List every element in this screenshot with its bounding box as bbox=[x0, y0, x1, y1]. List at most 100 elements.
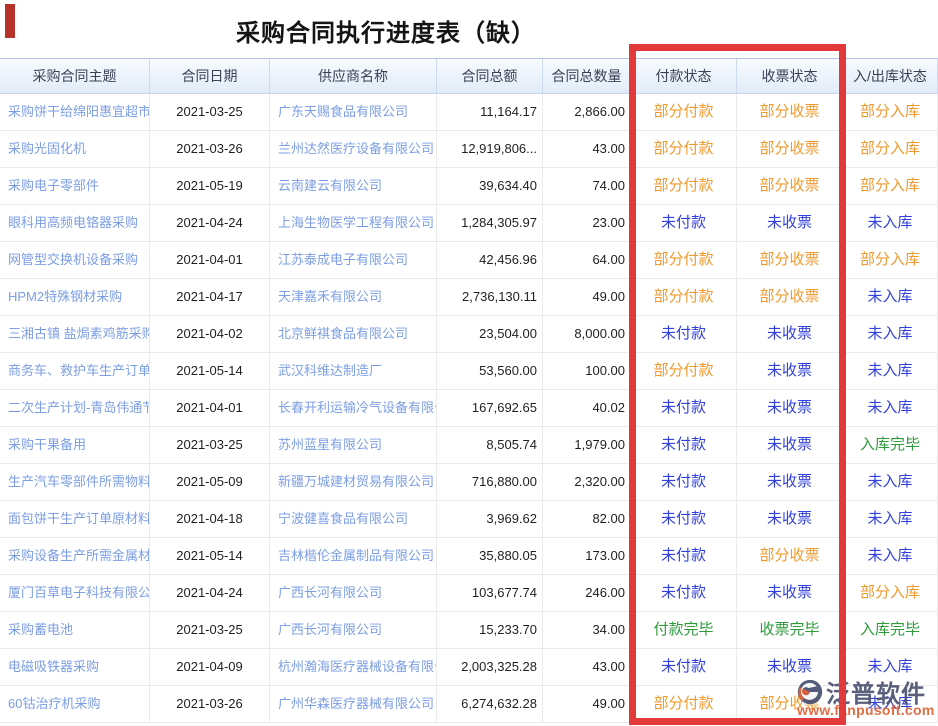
cell-supplier-link[interactable]: 长春开利运输冷气设备有限公司 bbox=[270, 390, 437, 427]
cell-supplier-link[interactable]: 北京鲜祺食品有限公司 bbox=[270, 316, 437, 353]
cell-invoice-status: 未收票 bbox=[737, 353, 843, 390]
cell-total-qty: 173.00 bbox=[543, 538, 631, 575]
cell-subject[interactable]: HPM2特殊钢材采购 bbox=[0, 279, 150, 316]
cell-total-amount: 53,560.00 bbox=[437, 353, 543, 390]
cell-payment-status: 未付款 bbox=[631, 649, 737, 686]
cell-supplier-link[interactable]: 广西长河有限公司 bbox=[270, 575, 437, 612]
cell-supplier-link[interactable]: 广州华森医疗器械有限公司 bbox=[270, 686, 437, 723]
cell-supplier-link[interactable]: 江苏泰成电子有限公司 bbox=[270, 242, 437, 279]
cell-supplier-link[interactable]: 广东天赐食品有限公司 bbox=[270, 94, 437, 131]
cell-supplier-link[interactable]: 兰州达然医疗设备有限公司 bbox=[270, 131, 437, 168]
cell-stock-status: 未入库 bbox=[843, 353, 938, 390]
cell-contract-date: 2021-03-26 bbox=[150, 686, 270, 723]
cell-invoice-status: 未收票 bbox=[737, 427, 843, 464]
cell-total-amount: 167,692.65 bbox=[437, 390, 543, 427]
cell-total-amount: 39,634.40 bbox=[437, 168, 543, 205]
cell-total-amount: 8,505.74 bbox=[437, 427, 543, 464]
cell-total-amount: 42,456.96 bbox=[437, 242, 543, 279]
cell-payment-status: 未付款 bbox=[631, 427, 737, 464]
cell-supplier-link[interactable]: 宁波健喜食品有限公司 bbox=[270, 501, 437, 538]
cell-supplier-link[interactable]: 吉林楷伦金属制品有限公司 bbox=[270, 538, 437, 575]
cell-subject[interactable]: 二次生产计划-青岛伟通节能 bbox=[0, 390, 150, 427]
table-row: 生产汽车零部件所需物料2021-05-09新疆万城建材贸易有限公司716,880… bbox=[0, 464, 938, 501]
cell-total-amount: 6,274,632.28 bbox=[437, 686, 543, 723]
cell-payment-status: 部分付款 bbox=[631, 686, 737, 723]
cell-stock-status: 部分入库 bbox=[843, 94, 938, 131]
table-row: 三湘古镇 盐焗素鸡筋采购2021-04-02北京鲜祺食品有限公司23,504.0… bbox=[0, 316, 938, 353]
cell-contract-date: 2021-03-25 bbox=[150, 427, 270, 464]
cell-subject[interactable]: 生产汽车零部件所需物料 bbox=[0, 464, 150, 501]
cell-subject[interactable]: 网管型交换机设备采购 bbox=[0, 242, 150, 279]
cell-total-qty: 43.00 bbox=[543, 131, 631, 168]
cell-subject[interactable]: 采购光固化机 bbox=[0, 131, 150, 168]
cell-contract-date: 2021-05-19 bbox=[150, 168, 270, 205]
cell-subject[interactable]: 采购干果备用 bbox=[0, 427, 150, 464]
table-row: 厦门百草电子科技有限公司2021-04-24广西长河有限公司103,677.74… bbox=[0, 575, 938, 612]
table-body: 采购饼干给绵阳惠宜超市2021-03-25广东天赐食品有限公司11,164.17… bbox=[0, 94, 938, 723]
cell-total-qty: 82.00 bbox=[543, 501, 631, 538]
cell-subject[interactable]: 采购设备生产所需金属材料 bbox=[0, 538, 150, 575]
cell-payment-status: 未付款 bbox=[631, 538, 737, 575]
cell-subject[interactable]: 面包饼干生产订单原材料 bbox=[0, 501, 150, 538]
cell-invoice-status: 部分收票 bbox=[737, 94, 843, 131]
cell-stock-status: 入库完毕 bbox=[843, 612, 938, 649]
table-header: 采购合同主题合同日期供应商名称合同总额合同总数量付款状态收票状态入/出库状态 bbox=[0, 58, 938, 94]
page-title: 采购合同执行进度表（缺） bbox=[0, 13, 772, 48]
cell-contract-date: 2021-04-01 bbox=[150, 242, 270, 279]
cell-subject[interactable]: 眼科用高频电铬器采购 bbox=[0, 205, 150, 242]
table-row: 采购设备生产所需金属材料2021-05-14吉林楷伦金属制品有限公司35,880… bbox=[0, 538, 938, 575]
table-row: 眼科用高频电铬器采购2021-04-24上海生物医学工程有限公司1,284,30… bbox=[0, 205, 938, 242]
cell-contract-date: 2021-04-24 bbox=[150, 575, 270, 612]
cell-payment-status: 未付款 bbox=[631, 575, 737, 612]
cell-invoice-status: 未收票 bbox=[737, 390, 843, 427]
cell-total-qty: 49.00 bbox=[543, 279, 631, 316]
table-row: 二次生产计划-青岛伟通节能2021-04-01长春开利运输冷气设备有限公司167… bbox=[0, 390, 938, 427]
cell-payment-status: 未付款 bbox=[631, 205, 737, 242]
cell-supplier-link[interactable]: 广西长河有限公司 bbox=[270, 612, 437, 649]
cell-contract-date: 2021-04-02 bbox=[150, 316, 270, 353]
cell-supplier-link[interactable]: 新疆万城建材贸易有限公司 bbox=[270, 464, 437, 501]
cell-supplier-link[interactable]: 上海生物医学工程有限公司 bbox=[270, 205, 437, 242]
cell-contract-date: 2021-03-25 bbox=[150, 612, 270, 649]
cell-supplier-link[interactable]: 苏州蓝星有限公司 bbox=[270, 427, 437, 464]
cell-supplier-link[interactable]: 武汉科维达制造厂 bbox=[270, 353, 437, 390]
cell-contract-date: 2021-05-09 bbox=[150, 464, 270, 501]
cell-supplier-link[interactable]: 云南建云有限公司 bbox=[270, 168, 437, 205]
cell-subject[interactable]: 电磁吸铁器采购 bbox=[0, 649, 150, 686]
table-row: 60钴治疗机采购2021-03-26广州华森医疗器械有限公司6,274,632.… bbox=[0, 686, 938, 723]
cell-subject[interactable]: 厦门百草电子科技有限公司 bbox=[0, 575, 150, 612]
cell-subject[interactable]: 采购饼干给绵阳惠宜超市 bbox=[0, 94, 150, 131]
cell-payment-status: 部分付款 bbox=[631, 168, 737, 205]
cell-stock-status: 未入库 bbox=[843, 464, 938, 501]
cell-total-amount: 3,969.62 bbox=[437, 501, 543, 538]
cell-total-amount: 2,736,130.11 bbox=[437, 279, 543, 316]
cell-subject[interactable]: 60钴治疗机采购 bbox=[0, 686, 150, 723]
cell-invoice-status: 收票完毕 bbox=[737, 612, 843, 649]
cell-invoice-status: 未收票 bbox=[737, 649, 843, 686]
cell-payment-status: 付款完毕 bbox=[631, 612, 737, 649]
cell-subject[interactable]: 商务车、救护车生产订单 bbox=[0, 353, 150, 390]
cell-subject[interactable]: 三湘古镇 盐焗素鸡筋采购 bbox=[0, 316, 150, 353]
cell-total-amount: 103,677.74 bbox=[437, 575, 543, 612]
cell-supplier-link[interactable]: 天津嘉禾有限公司 bbox=[270, 279, 437, 316]
cell-invoice-status: 部分收票 bbox=[737, 131, 843, 168]
cell-contract-date: 2021-04-09 bbox=[150, 649, 270, 686]
table-row: 采购电子零部件2021-05-19云南建云有限公司39,634.4074.00部… bbox=[0, 168, 938, 205]
cell-stock-status: 未入库 bbox=[843, 649, 938, 686]
cell-contract-date: 2021-04-17 bbox=[150, 279, 270, 316]
cell-subject[interactable]: 采购电子零部件 bbox=[0, 168, 150, 205]
cell-invoice-status: 未收票 bbox=[737, 205, 843, 242]
cell-stock-status: 未入库 bbox=[843, 279, 938, 316]
cell-stock-status: 未入库 bbox=[843, 686, 938, 723]
cell-stock-status: 部分入库 bbox=[843, 168, 938, 205]
cell-invoice-status: 未收票 bbox=[737, 316, 843, 353]
column-header-invoice: 收票状态 bbox=[737, 59, 843, 93]
cell-contract-date: 2021-03-26 bbox=[150, 131, 270, 168]
cell-contract-date: 2021-04-24 bbox=[150, 205, 270, 242]
cell-total-qty: 246.00 bbox=[543, 575, 631, 612]
cell-invoice-status: 部分收票 bbox=[737, 168, 843, 205]
cell-subject[interactable]: 采购蓄电池 bbox=[0, 612, 150, 649]
cell-payment-status: 未付款 bbox=[631, 464, 737, 501]
cell-total-qty: 2,866.00 bbox=[543, 94, 631, 131]
cell-supplier-link[interactable]: 杭州瀚海医疗器械设备有限公司 bbox=[270, 649, 437, 686]
